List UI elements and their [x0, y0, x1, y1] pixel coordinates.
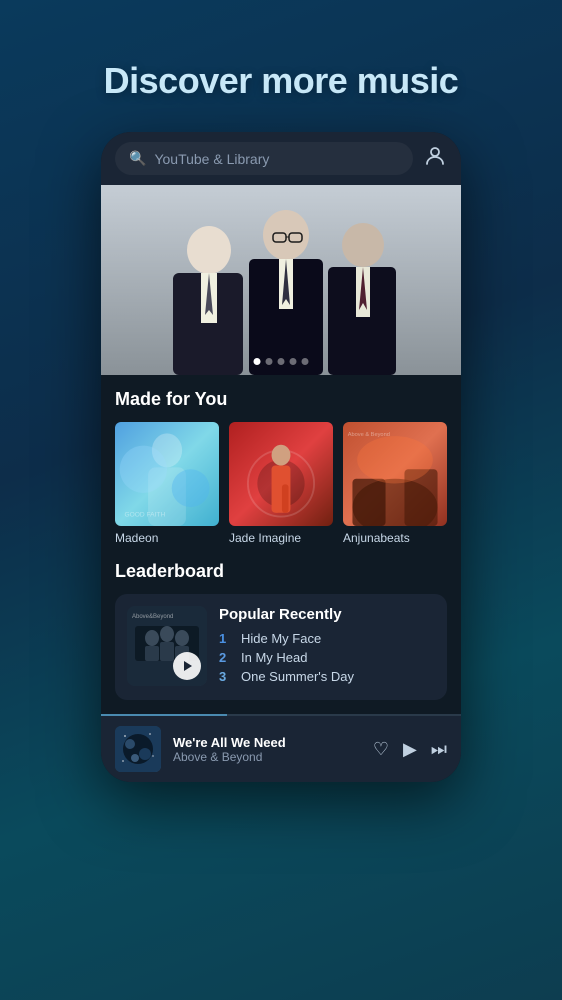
- card-thumb-jade: [229, 422, 333, 526]
- dot-4: [290, 358, 297, 365]
- leaderboard-section: Leaderboard Above&Beyond: [101, 551, 461, 714]
- card-thumb-madeon: GOOD FAITH: [115, 422, 219, 526]
- mini-track-title: We're All We Need: [173, 735, 361, 750]
- play-button-lb[interactable]: [173, 652, 201, 680]
- lb-track-2[interactable]: 2 In My Head: [219, 650, 435, 665]
- lb-track-3[interactable]: 3 One Summer's Day: [219, 669, 435, 684]
- card-label-anjuna: Anjunabeats: [343, 531, 447, 545]
- svg-text:Above&Beyond: Above&Beyond: [132, 614, 173, 620]
- cards-row: GOOD FAITH Madeon: [115, 422, 447, 545]
- phone-container: 🔍 YouTube & Library: [101, 132, 461, 782]
- mini-player: We're All We Need Above & Beyond ♡ ▶ ⏭: [101, 716, 461, 782]
- mini-player-info: We're All We Need Above & Beyond: [173, 735, 361, 764]
- card-thumb-anjuna: Above & Beyond: [343, 422, 447, 526]
- lb-num-2: 2: [219, 650, 233, 665]
- mini-controls: ♡ ▶ ⏭: [373, 739, 447, 760]
- card-label-jade: Jade Imagine: [229, 531, 333, 545]
- lb-num-1: 1: [219, 631, 233, 646]
- lb-card-title: Popular Recently: [219, 606, 435, 623]
- heart-button[interactable]: ♡: [373, 739, 389, 760]
- made-for-you-title: Made for You: [115, 389, 447, 410]
- page-title: Discover more music: [104, 60, 459, 102]
- dot-5: [302, 358, 309, 365]
- profile-icon[interactable]: [423, 144, 447, 174]
- skip-button[interactable]: ⏭: [431, 739, 447, 760]
- card-jade[interactable]: Jade Imagine: [229, 422, 333, 545]
- search-input-area[interactable]: 🔍 YouTube & Library: [115, 142, 413, 175]
- leaderboard-title: Leaderboard: [115, 561, 447, 582]
- lb-track-name-1: Hide My Face: [241, 631, 321, 646]
- dot-1: [254, 358, 261, 365]
- lb-album-art: Above&Beyond: [127, 606, 207, 686]
- search-icon: 🔍: [129, 150, 146, 167]
- svg-text:GOOD FAITH: GOOD FAITH: [124, 512, 165, 519]
- lb-info: Popular Recently 1 Hide My Face 2 In My …: [219, 606, 435, 688]
- search-placeholder: YouTube & Library: [154, 151, 269, 167]
- hero-dots: [254, 358, 309, 365]
- mini-artist: Above & Beyond: [173, 750, 361, 764]
- play-button[interactable]: ▶: [403, 739, 417, 760]
- svg-text:Above & Beyond: Above & Beyond: [348, 432, 390, 438]
- dot-2: [266, 358, 273, 365]
- lb-track-1[interactable]: 1 Hide My Face: [219, 631, 435, 646]
- card-madeon[interactable]: GOOD FAITH Madeon: [115, 422, 219, 545]
- card-label-madeon: Madeon: [115, 531, 219, 545]
- lb-track-name-3: One Summer's Day: [241, 669, 354, 684]
- dot-3: [278, 358, 285, 365]
- search-bar: 🔍 YouTube & Library: [101, 132, 461, 185]
- lb-track-name-2: In My Head: [241, 650, 307, 665]
- leaderboard-card[interactable]: Above&Beyond Popular Recently 1: [115, 594, 447, 700]
- lb-num-3: 3: [219, 669, 233, 684]
- made-for-you-section: Made for You: [101, 375, 461, 551]
- card-anjuna[interactable]: Above & Beyond Anjunabeats: [343, 422, 447, 545]
- hero-banner: [101, 185, 461, 375]
- mini-album-art: [115, 726, 161, 772]
